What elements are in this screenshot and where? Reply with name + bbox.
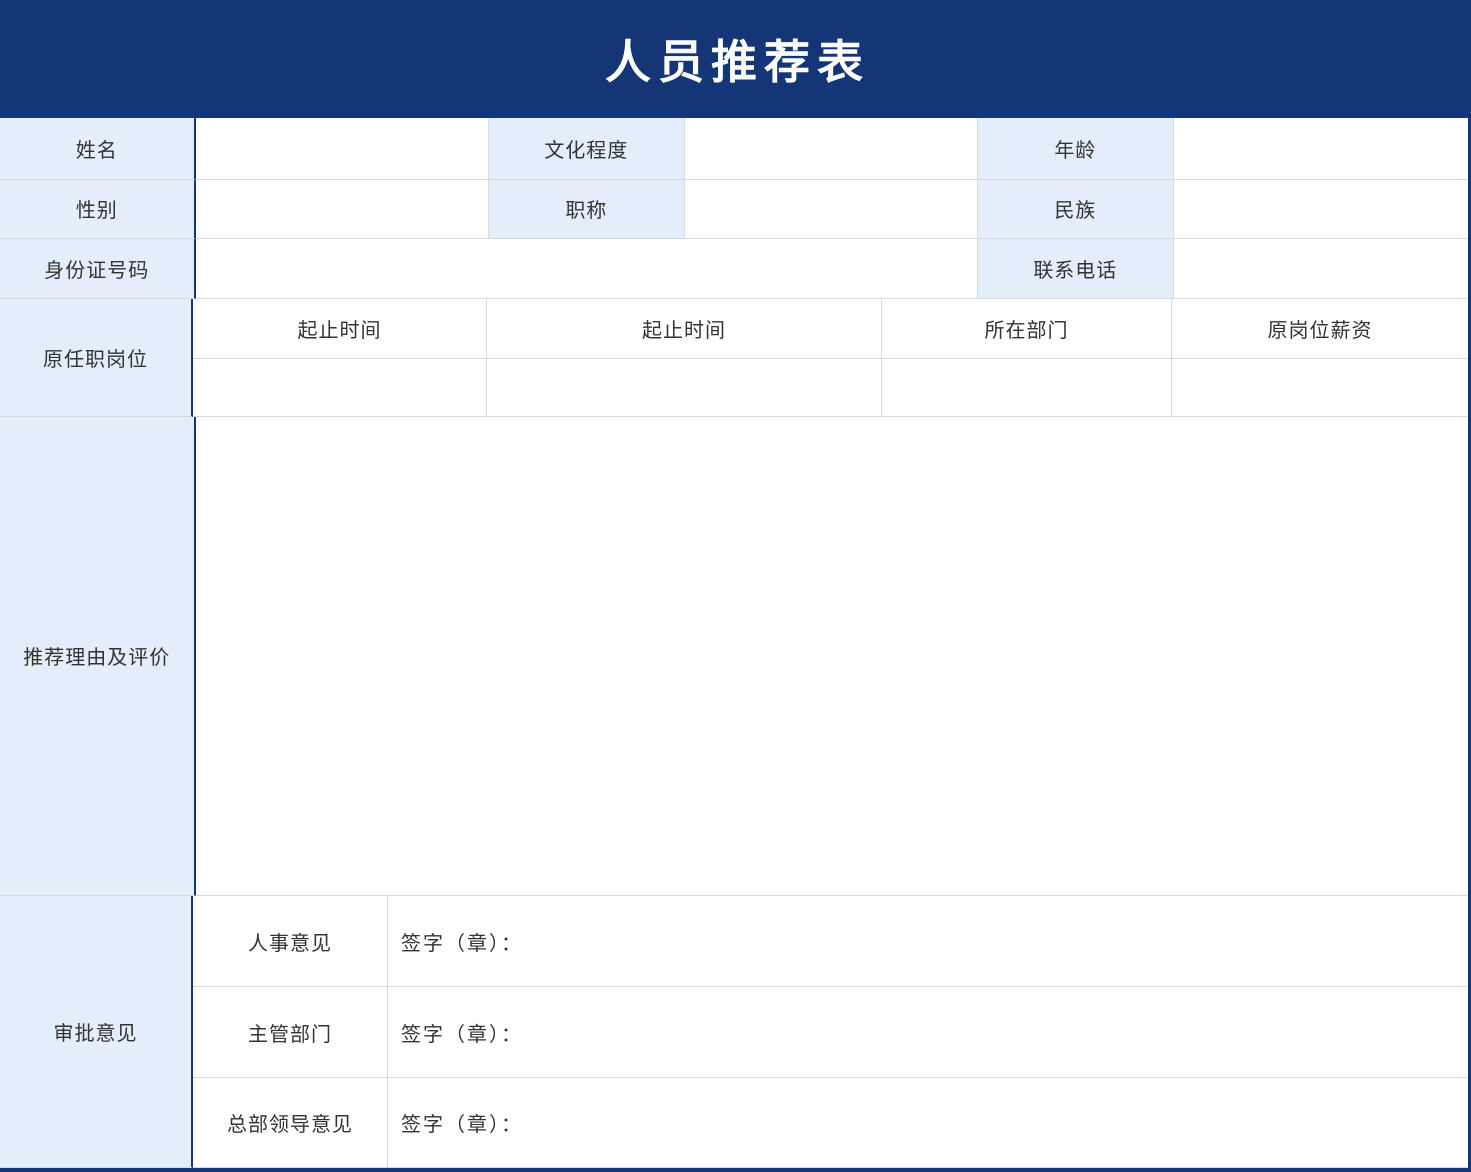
position-salary-input-cell[interactable] [1172, 359, 1468, 417]
job-title-input-cell[interactable] [685, 180, 978, 240]
ethnicity-label: 民族 [978, 180, 1174, 240]
age-input-cell[interactable] [1174, 118, 1468, 180]
supervising-dept-label: 主管部门 [193, 987, 388, 1078]
previous-position-label: 原任职岗位 [0, 299, 193, 417]
position-time1-input-cell[interactable] [193, 359, 487, 417]
approval-row-supervising-dept: 主管部门 签字（章）： [193, 987, 1468, 1078]
education-input-cell[interactable] [685, 118, 978, 180]
approval-row-hq-leadership: 总部领导意见 签字（章）： [193, 1078, 1468, 1168]
approval-label: 审批意见 [0, 896, 193, 1168]
supervising-dept-signature-label: 签字（章）： [401, 1018, 523, 1047]
row-basic-3: 身份证号码 联系电话 [0, 239, 1468, 299]
previous-position-header-row: 起止时间 起止时间 所在部门 原岗位薪资 [193, 299, 1468, 359]
approval-section: 审批意见 人事意见 签字（章）： 主管部门 签字（章）： 总部领导意见 签字（ [0, 896, 1468, 1168]
position-department-input-cell[interactable] [882, 359, 1172, 417]
supervising-dept-signature-cell[interactable]: 签字（章）： [388, 987, 1468, 1078]
hr-opinion-label: 人事意见 [193, 896, 388, 987]
id-number-label: 身份证号码 [0, 239, 196, 299]
hq-leadership-label: 总部领导意见 [193, 1078, 388, 1168]
form-title-banner: 人员推荐表 [0, 0, 1468, 118]
recommendation-input-cell[interactable] [196, 417, 1468, 896]
form-title: 人员推荐表 [598, 26, 870, 92]
approval-rows: 人事意见 签字（章）： 主管部门 签字（章）： 总部领导意见 签字（章）： [193, 896, 1468, 1168]
position-col-department-header: 所在部门 [882, 299, 1172, 359]
age-label: 年龄 [978, 118, 1174, 180]
name-input-cell[interactable] [196, 118, 489, 180]
previous-position-table: 起止时间 起止时间 所在部门 原岗位薪资 [193, 299, 1468, 417]
hq-leadership-signature-label: 签字（章）： [401, 1108, 523, 1137]
position-time2-input-cell[interactable] [487, 359, 882, 417]
gender-input-cell[interactable] [196, 180, 489, 240]
id-number-input-cell[interactable] [196, 239, 978, 299]
position-col-salary-header: 原岗位薪资 [1172, 299, 1468, 359]
recommendation-label: 推荐理由及评价 [0, 417, 196, 896]
previous-position-section: 原任职岗位 起止时间 起止时间 所在部门 原岗位薪资 [0, 299, 1468, 417]
row-basic-1: 姓名 文化程度 年龄 [0, 118, 1468, 180]
personnel-recommendation-form: 人员推荐表 姓名 文化程度 年龄 性别 职称 民族 身份证号码 联系电话 原任职… [0, 0, 1471, 1172]
phone-label: 联系电话 [978, 239, 1174, 299]
hq-leadership-signature-cell[interactable]: 签字（章）： [388, 1078, 1468, 1168]
education-label: 文化程度 [489, 118, 685, 180]
hr-signature-cell[interactable]: 签字（章）： [388, 896, 1468, 987]
hr-signature-label: 签字（章）： [401, 927, 523, 956]
job-title-label: 职称 [489, 180, 685, 240]
previous-position-entry-row [193, 359, 1468, 417]
gender-label: 性别 [0, 180, 196, 240]
phone-input-cell[interactable] [1174, 239, 1468, 299]
approval-row-hr: 人事意见 签字（章）： [193, 896, 1468, 987]
position-col-time2-header: 起止时间 [487, 299, 882, 359]
name-label: 姓名 [0, 118, 196, 180]
recommendation-section: 推荐理由及评价 [0, 417, 1468, 896]
position-col-time1-header: 起止时间 [193, 299, 487, 359]
row-basic-2: 性别 职称 民族 [0, 180, 1468, 240]
ethnicity-input-cell[interactable] [1174, 180, 1468, 240]
